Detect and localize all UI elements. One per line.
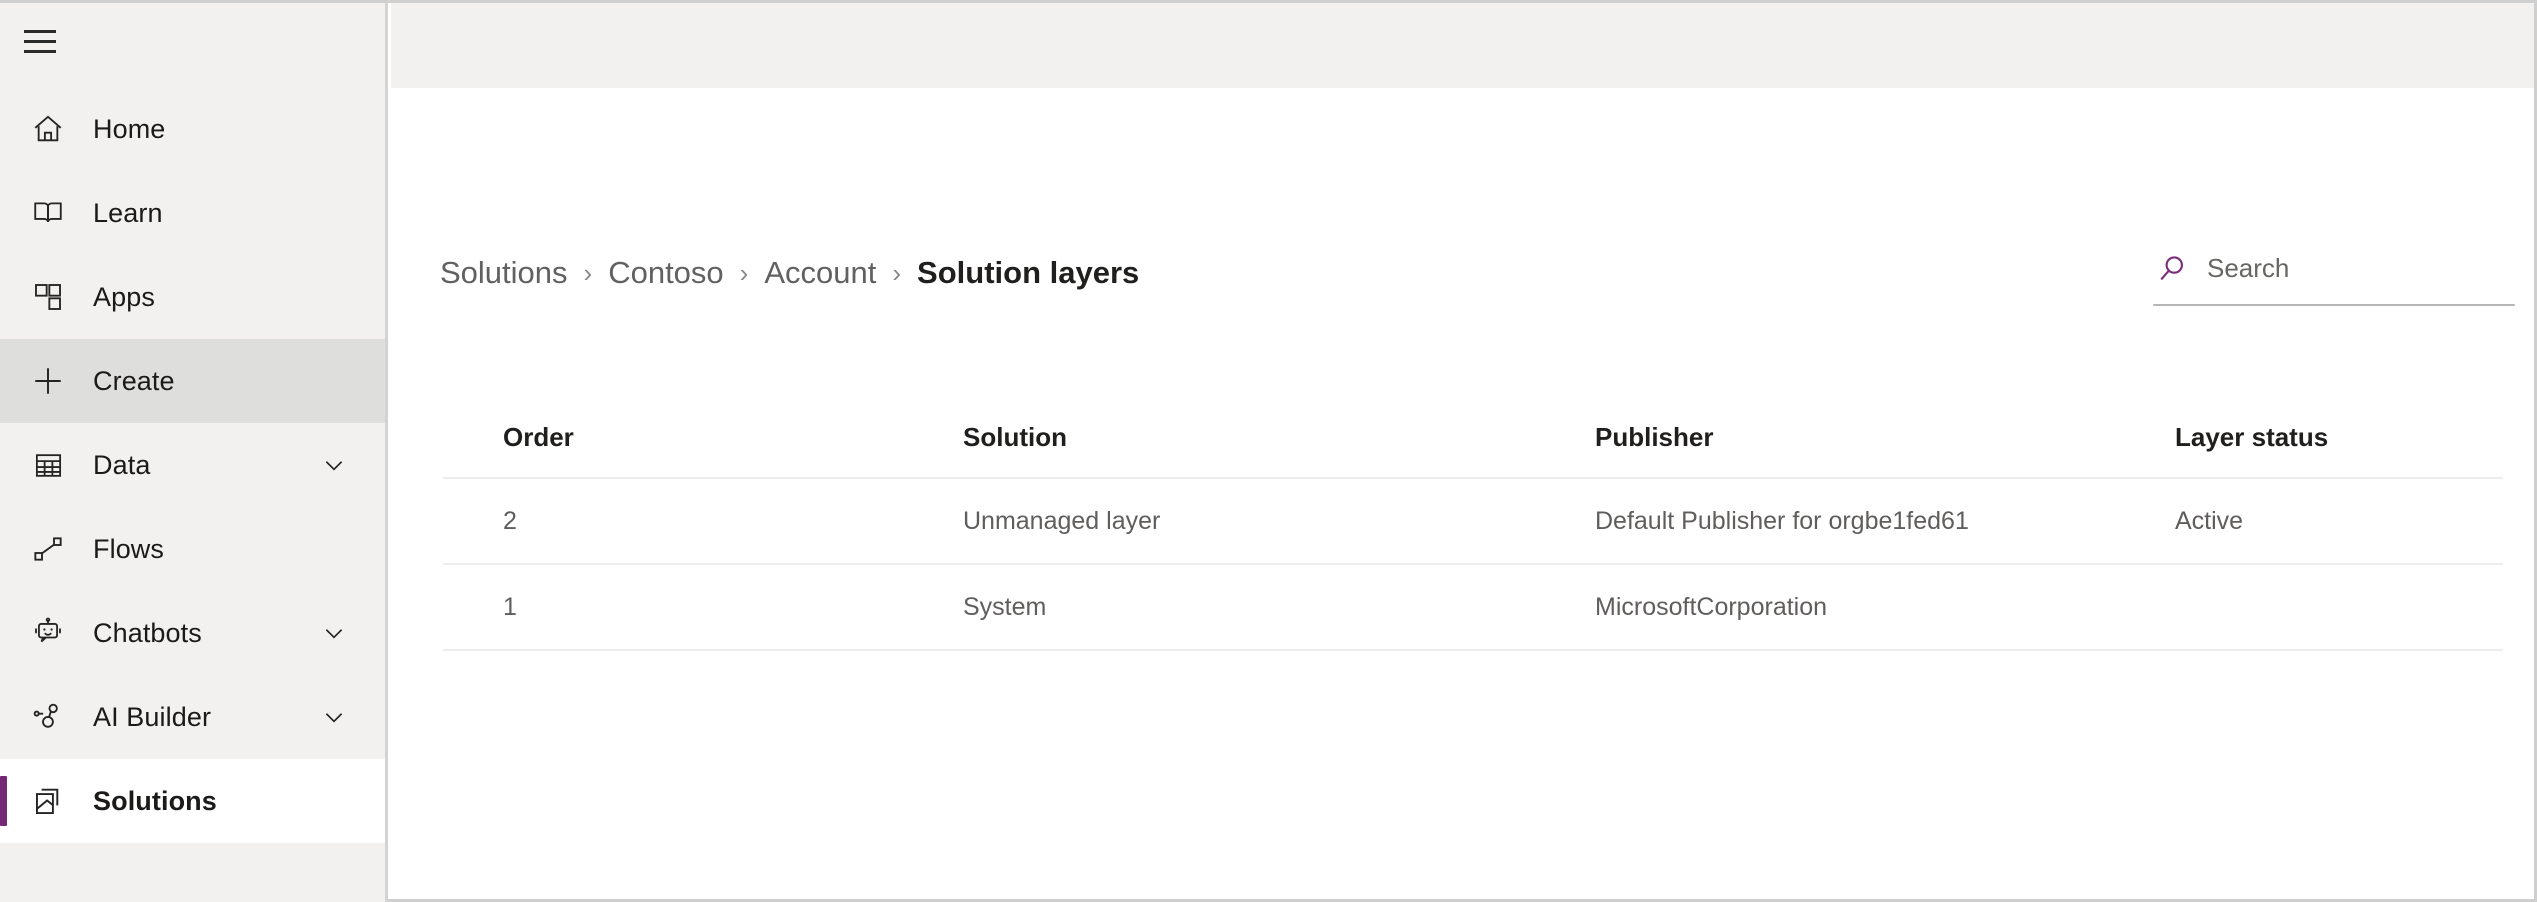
breadcrumb-item-account[interactable]: Account: [764, 255, 876, 291]
sidebar-nav-list: Home Learn: [0, 87, 385, 843]
column-header-publisher[interactable]: Publisher: [1595, 422, 2175, 453]
main-region: Solutions › Contoso › Account › Solution…: [391, 3, 2534, 899]
sidebar-item-solutions[interactable]: Solutions: [0, 759, 385, 843]
breadcrumb-row: Solutions › Contoso › Account › Solution…: [391, 243, 2534, 323]
sidebar-item-label: AI Builder: [93, 701, 211, 733]
book-icon: [28, 193, 68, 233]
sidebar-item-chatbots[interactable]: Chatbots: [0, 591, 385, 675]
breadcrumb-item-solutions[interactable]: Solutions: [440, 255, 568, 291]
search-underline: [2153, 304, 2515, 306]
cell-publisher: Default Publisher for orgbe1fed61: [1595, 507, 2175, 536]
table-row[interactable]: 1 System MicrosoftCorporation: [443, 565, 2503, 651]
sidebar-item-label: Data: [93, 449, 150, 481]
column-header-order[interactable]: Order: [443, 422, 963, 453]
sidebar-item-label: Chatbots: [93, 617, 202, 649]
cell-order: 1: [443, 593, 963, 622]
table-row[interactable]: 2 Unmanaged layer Default Publisher for …: [443, 479, 2503, 565]
chevron-down-icon[interactable]: [321, 452, 347, 478]
sidebar-item-home[interactable]: Home: [0, 87, 385, 171]
hamburger-line: [24, 50, 56, 53]
sidebar-item-label: Apps: [93, 281, 155, 313]
breadcrumb-separator-icon: ›: [584, 258, 593, 289]
sidebar-item-label: Create: [93, 365, 175, 397]
column-header-solution[interactable]: Solution: [963, 422, 1595, 453]
breadcrumb: Solutions › Contoso › Account › Solution…: [440, 243, 1139, 303]
search-icon: [2155, 252, 2189, 286]
column-header-layer-status[interactable]: Layer status: [2175, 422, 2503, 453]
table-icon: [28, 445, 68, 485]
hamburger-icon[interactable]: [22, 25, 58, 59]
breadcrumb-item-contoso[interactable]: Contoso: [608, 255, 723, 291]
breadcrumb-item-solution-layers: Solution layers: [917, 255, 1139, 291]
sidebar-item-flows[interactable]: Flows: [0, 507, 385, 591]
cell-solution: Unmanaged layer: [963, 507, 1595, 536]
plus-icon: [28, 361, 68, 401]
sidebar-item-label: Solutions: [93, 785, 217, 817]
ai-builder-icon: [28, 697, 68, 737]
sidebar-item-label: Flows: [93, 533, 164, 565]
sidebar-item-data[interactable]: Data: [0, 423, 385, 507]
sidebar-item-apps[interactable]: Apps: [0, 255, 385, 339]
app-window: Home Learn: [0, 0, 2537, 902]
flow-icon: [28, 529, 68, 569]
search-box[interactable]: [2145, 238, 2510, 306]
sidebar: Home Learn: [0, 3, 388, 902]
page-content: Solutions › Contoso › Account › Solution…: [391, 88, 2534, 899]
cell-publisher: MicrosoftCorporation: [1595, 593, 2175, 622]
breadcrumb-separator-icon: ›: [740, 258, 749, 289]
apps-grid-icon: [28, 277, 68, 317]
bot-icon: [28, 613, 68, 653]
chevron-down-icon[interactable]: [321, 704, 347, 730]
cell-solution: System: [963, 593, 1595, 622]
cell-layer-status: Active: [2175, 507, 2503, 536]
cell-order: 2: [443, 507, 963, 536]
solution-layers-table: Order Solution Publisher Layer status 2 …: [443, 398, 2505, 651]
search-input[interactable]: [2207, 246, 2503, 290]
sidebar-item-label: Learn: [93, 197, 163, 229]
hamburger-line: [24, 40, 56, 43]
table-header-row: Order Solution Publisher Layer status: [443, 398, 2503, 479]
hamburger-line: [24, 30, 56, 33]
sidebar-item-learn[interactable]: Learn: [0, 171, 385, 255]
sidebar-item-ai-builder[interactable]: AI Builder: [0, 675, 385, 759]
chevron-down-icon[interactable]: [321, 620, 347, 646]
solutions-icon: [28, 781, 68, 821]
breadcrumb-separator-icon: ›: [892, 258, 901, 289]
home-icon: [28, 109, 68, 149]
sidebar-item-create[interactable]: Create: [0, 339, 385, 423]
sidebar-item-label: Home: [93, 113, 165, 145]
command-bar: [391, 3, 2534, 88]
